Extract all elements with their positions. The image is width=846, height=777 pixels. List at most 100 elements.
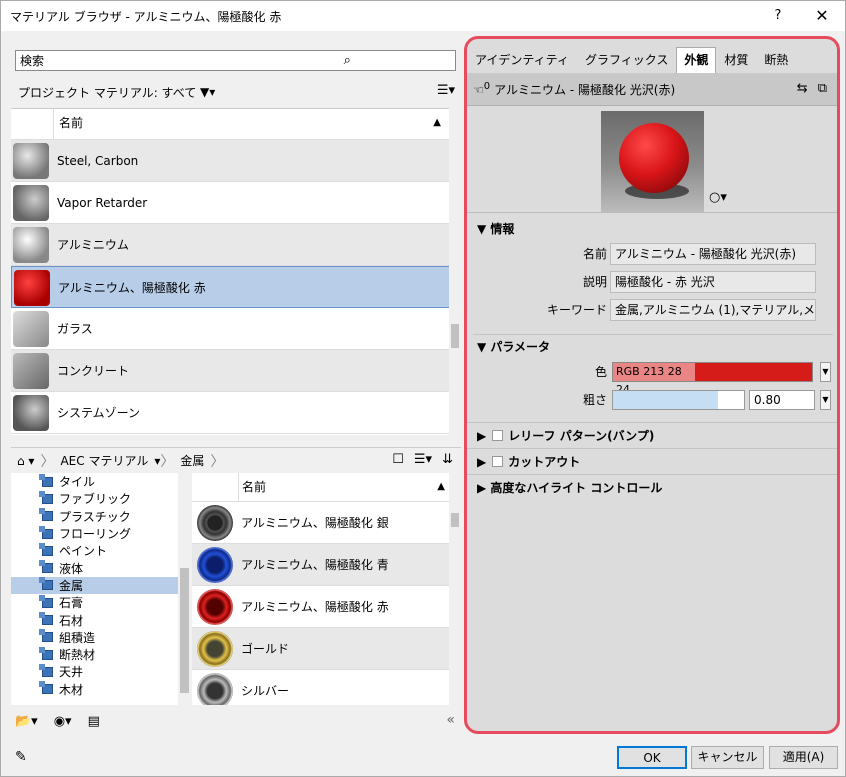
tree-scrollbar[interactable] — [178, 473, 191, 705]
list-item[interactable]: アルミニウム — [11, 224, 461, 266]
color-swatch[interactable]: RGB 213 28 24 — [612, 362, 813, 396]
list-item[interactable]: ゴールド — [192, 628, 461, 670]
description-field[interactable]: 陽極酸化 - 赤 光沢 — [610, 271, 816, 293]
breadcrumb-separator-icon: 〉 — [210, 453, 225, 470]
list-item[interactable]: Vapor Retarder — [11, 182, 461, 224]
list-view-icon[interactable]: ☰▾ — [414, 452, 432, 467]
tab-graphics[interactable]: グラフィックス — [577, 47, 676, 73]
tree-item[interactable]: ファブリック — [11, 490, 191, 507]
scroll-thumb[interactable] — [180, 568, 189, 693]
relief-checkbox[interactable] — [492, 430, 504, 441]
list-header[interactable]: 名前 ▲ — [11, 109, 461, 140]
list-scrollbar[interactable] — [449, 108, 461, 435]
library-list-header[interactable]: 名前 ▲ — [192, 473, 461, 502]
swap-asset-icon[interactable]: ⇆ — [797, 81, 808, 96]
cancel-button[interactable]: キャンセル — [691, 746, 764, 769]
name-label: 名前 — [582, 247, 607, 261]
parameters-section-title[interactable]: ▼ パラメータ — [467, 335, 837, 359]
cutout-checkbox[interactable] — [492, 456, 504, 467]
material-thumbnail — [197, 673, 233, 705]
ok-button[interactable]: OK — [617, 746, 687, 769]
material-thumbnail — [197, 589, 233, 625]
tab-identity[interactable]: アイデンティティ — [467, 47, 577, 73]
tab-physical[interactable]: 材質 — [716, 47, 756, 73]
concrete-thumbnail — [13, 353, 49, 389]
home-icon[interactable]: ⌂ ▾ — [11, 454, 40, 468]
search-field[interactable]: 検索 ⌕ — [15, 50, 456, 71]
gloss-slider[interactable] — [612, 390, 745, 410]
asset-editor-icon[interactable]: ▤ — [88, 714, 100, 729]
tree-item[interactable]: 天井 — [11, 663, 191, 680]
gloss-dropdown-icon[interactable]: ▼ — [820, 390, 831, 410]
list-item[interactable]: シルバー — [192, 670, 461, 705]
tree-item[interactable]: プラスチック — [11, 508, 191, 525]
scroll-thumb[interactable] — [451, 513, 459, 527]
tree-item[interactable]: 石材 — [11, 611, 191, 628]
filter-icon[interactable]: ▼▾ — [196, 85, 215, 99]
collapse-left-icon[interactable]: « — [446, 712, 455, 728]
tab-appearance[interactable]: 外観 — [676, 47, 717, 73]
scroll-thumb[interactable] — [451, 324, 459, 348]
breadcrumb-category[interactable]: 金属 — [174, 452, 210, 469]
library-folder-icon[interactable]: 📂▾ — [15, 714, 38, 729]
name-field[interactable]: アルミニウム - 陽極酸化 光沢(赤) — [610, 243, 816, 265]
color-dropdown-icon[interactable]: ▼ — [820, 362, 831, 382]
tree-item[interactable]: ペイント — [11, 542, 191, 559]
list-item[interactable]: Steel, Carbon — [11, 140, 461, 182]
keyword-field[interactable]: 金属,アルミニウム (1),マテリアル,メタル — [610, 299, 816, 321]
tree-item-selected[interactable]: 金属 — [11, 576, 191, 595]
breadcrumb-library[interactable]: AEC マテリアル — [54, 452, 154, 469]
panel-toggle-icon[interactable]: ☐ — [392, 452, 404, 467]
tree-item[interactable]: 木材 — [11, 681, 191, 698]
list-item[interactable]: アルミニウム、陽極酸化 銀 — [192, 502, 461, 544]
collapse-icon[interactable]: ⇊ — [442, 452, 453, 467]
info-section-title[interactable]: ▼ 情報 — [467, 217, 837, 241]
collapsed-sections: ▶ レリーフ パターン(バンプ) ▶ カットアウト ▶ 高度なハイライト コントロー… — [467, 422, 837, 500]
gloss-slider-fill — [613, 391, 718, 409]
search-icon[interactable]: ⌕ — [236, 53, 456, 68]
list-item[interactable]: ガラス — [11, 308, 461, 350]
relief-pattern-section[interactable]: ▶ レリーフ パターン(バンプ) — [467, 422, 837, 448]
description-row: 説明 陽極酸化 - 赤 光沢 — [467, 269, 837, 297]
info-section: ▼ 情報 名前 アルミニウム - 陽極酸化 光沢(赤) 説明 陽極酸化 - 赤 … — [467, 217, 837, 325]
duplicate-asset-icon[interactable]: ⧉ — [818, 81, 827, 96]
edit-note-icon[interactable]: ✎ — [15, 749, 27, 765]
library-scrollbar[interactable] — [449, 473, 461, 705]
list-item[interactable]: アルミニウム、陽極酸化 青 — [192, 544, 461, 586]
folder-icon — [39, 577, 53, 591]
tab-thermal[interactable]: 断熱 — [756, 47, 796, 73]
tree-item[interactable]: 液体 — [11, 559, 191, 576]
search-input[interactable]: 検索 — [16, 52, 236, 69]
tree-item[interactable]: 石膏 — [11, 594, 191, 611]
tree-item[interactable]: 断熱材 — [11, 646, 191, 663]
folder-icon — [39, 681, 53, 695]
gloss-value-field[interactable]: 0.80 — [749, 390, 815, 410]
keyword-row: キーワード 金属,アルミニウム (1),マテリアル,メタル — [467, 297, 837, 325]
help-button[interactable]: ? — [763, 5, 793, 27]
cutout-section[interactable]: ▶ カットアウト — [467, 448, 837, 474]
list-item[interactable]: アルミニウム、陽極酸化 赤 — [192, 586, 461, 628]
list-item[interactable]: システムゾーン — [11, 392, 461, 434]
preview-options-icon[interactable]: ○▾ — [709, 190, 727, 205]
add-material-icon[interactable]: ◉▾ — [54, 714, 72, 729]
advanced-highlight-section[interactable]: ▶ 高度なハイライト コントロール — [467, 474, 837, 500]
close-button[interactable]: ✕ — [807, 5, 837, 27]
folder-icon — [39, 646, 53, 660]
view-options-icon[interactable]: ☰▾ — [437, 83, 455, 98]
gloss-row: 粗さ 0.80 ▼ — [467, 387, 837, 415]
apply-button[interactable]: 適用(A) — [769, 746, 838, 769]
sort-ascending-icon: ▲ — [437, 481, 445, 492]
folder-icon — [39, 473, 53, 487]
tree-item[interactable]: フローリング — [11, 525, 191, 542]
material-thumbnail — [197, 547, 233, 583]
library-material-list: 名前 ▲ アルミニウム、陽極酸化 銀 アルミニウム、陽極酸化 青 アルミニウム、… — [192, 473, 461, 705]
material-thumbnail — [197, 505, 233, 541]
list-item[interactable]: コンクリート — [11, 350, 461, 392]
tree-item[interactable]: 組積造 — [11, 629, 191, 646]
list-item-selected[interactable]: アルミニウム、陽極酸化 赤 — [11, 266, 461, 308]
name-column-header[interactable]: 名前 — [238, 473, 448, 502]
name-column-header[interactable]: 名前 — [53, 109, 448, 140]
tree-item[interactable]: タイル — [11, 473, 191, 490]
color-value: RGB 213 28 24 — [613, 363, 695, 396]
steel-thumbnail — [13, 143, 49, 179]
